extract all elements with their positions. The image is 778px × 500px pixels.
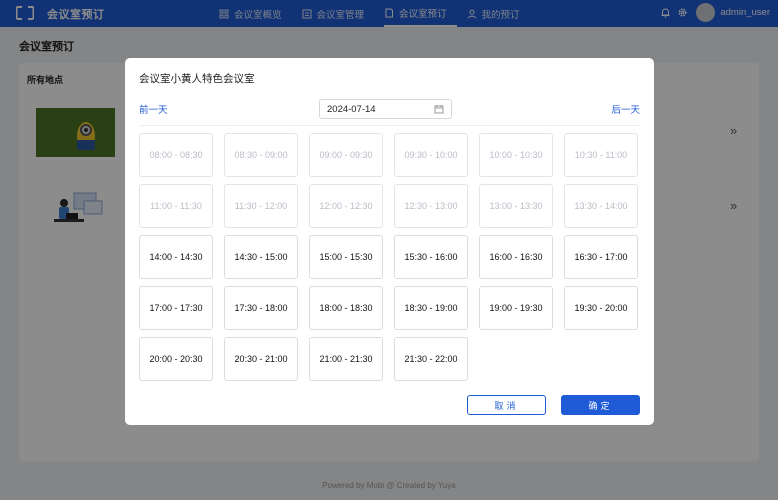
confirm-button[interactable]: 确定 (561, 395, 640, 415)
time-slot[interactable]: 16:30 - 17:00 (564, 235, 638, 279)
date-picker-input[interactable]: 2024-07-14 (319, 99, 452, 119)
divider (139, 125, 640, 126)
time-slot[interactable]: 14:30 - 15:00 (224, 235, 298, 279)
time-slot: 08:00 - 08:30 (139, 133, 213, 177)
time-slot[interactable]: 16:00 - 16:30 (479, 235, 553, 279)
time-slot: 12:00 - 12:30 (309, 184, 383, 228)
booking-modal: 会议室小黄人特色会议室 前一天 2024-07-14 后一天 08:00 - 0… (125, 58, 654, 425)
time-slot: 08:30 - 09:00 (224, 133, 298, 177)
time-slot: 11:00 - 11:30 (139, 184, 213, 228)
time-slot: 09:00 - 09:30 (309, 133, 383, 177)
time-slot-grid: 08:00 - 08:30 08:30 - 09:00 09:00 - 09:30 0… (139, 133, 639, 381)
time-slot[interactable]: 18:30 - 19:00 (394, 286, 468, 330)
time-slot: 09:30 - 10:00 (394, 133, 468, 177)
time-slot: 11:30 - 12:00 (224, 184, 298, 228)
time-slot: 13:30 - 14:00 (564, 184, 638, 228)
time-slot: 10:00 - 10:30 (479, 133, 553, 177)
time-slot: 12:30 - 13:00 (394, 184, 468, 228)
time-slot[interactable]: 17:00 - 17:30 (139, 286, 213, 330)
time-slot[interactable]: 19:30 - 20:00 (564, 286, 638, 330)
time-slot: 13:00 - 13:30 (479, 184, 553, 228)
time-slot: 10:30 - 11:00 (564, 133, 638, 177)
time-slot[interactable]: 21:30 - 22:00 (394, 337, 468, 381)
time-slot[interactable]: 20:30 - 21:00 (224, 337, 298, 381)
time-slot[interactable]: 15:00 - 15:30 (309, 235, 383, 279)
time-slot[interactable]: 20:00 - 20:30 (139, 337, 213, 381)
time-slot[interactable]: 14:00 - 14:30 (139, 235, 213, 279)
time-slot[interactable]: 17:30 - 18:00 (224, 286, 298, 330)
time-slot[interactable]: 18:00 - 18:30 (309, 286, 383, 330)
next-day-link[interactable]: 后一天 (611, 102, 640, 116)
date-value: 2024-07-14 (327, 103, 376, 115)
modal-title: 会议室小黄人特色会议室 (139, 73, 255, 85)
prev-day-link[interactable]: 前一天 (139, 102, 168, 116)
time-slot[interactable]: 15:30 - 16:00 (394, 235, 468, 279)
time-slot[interactable]: 19:00 - 19:30 (479, 286, 553, 330)
cancel-button[interactable]: 取消 (467, 395, 546, 415)
time-slot[interactable]: 21:00 - 21:30 (309, 337, 383, 381)
calendar-icon (434, 105, 444, 114)
